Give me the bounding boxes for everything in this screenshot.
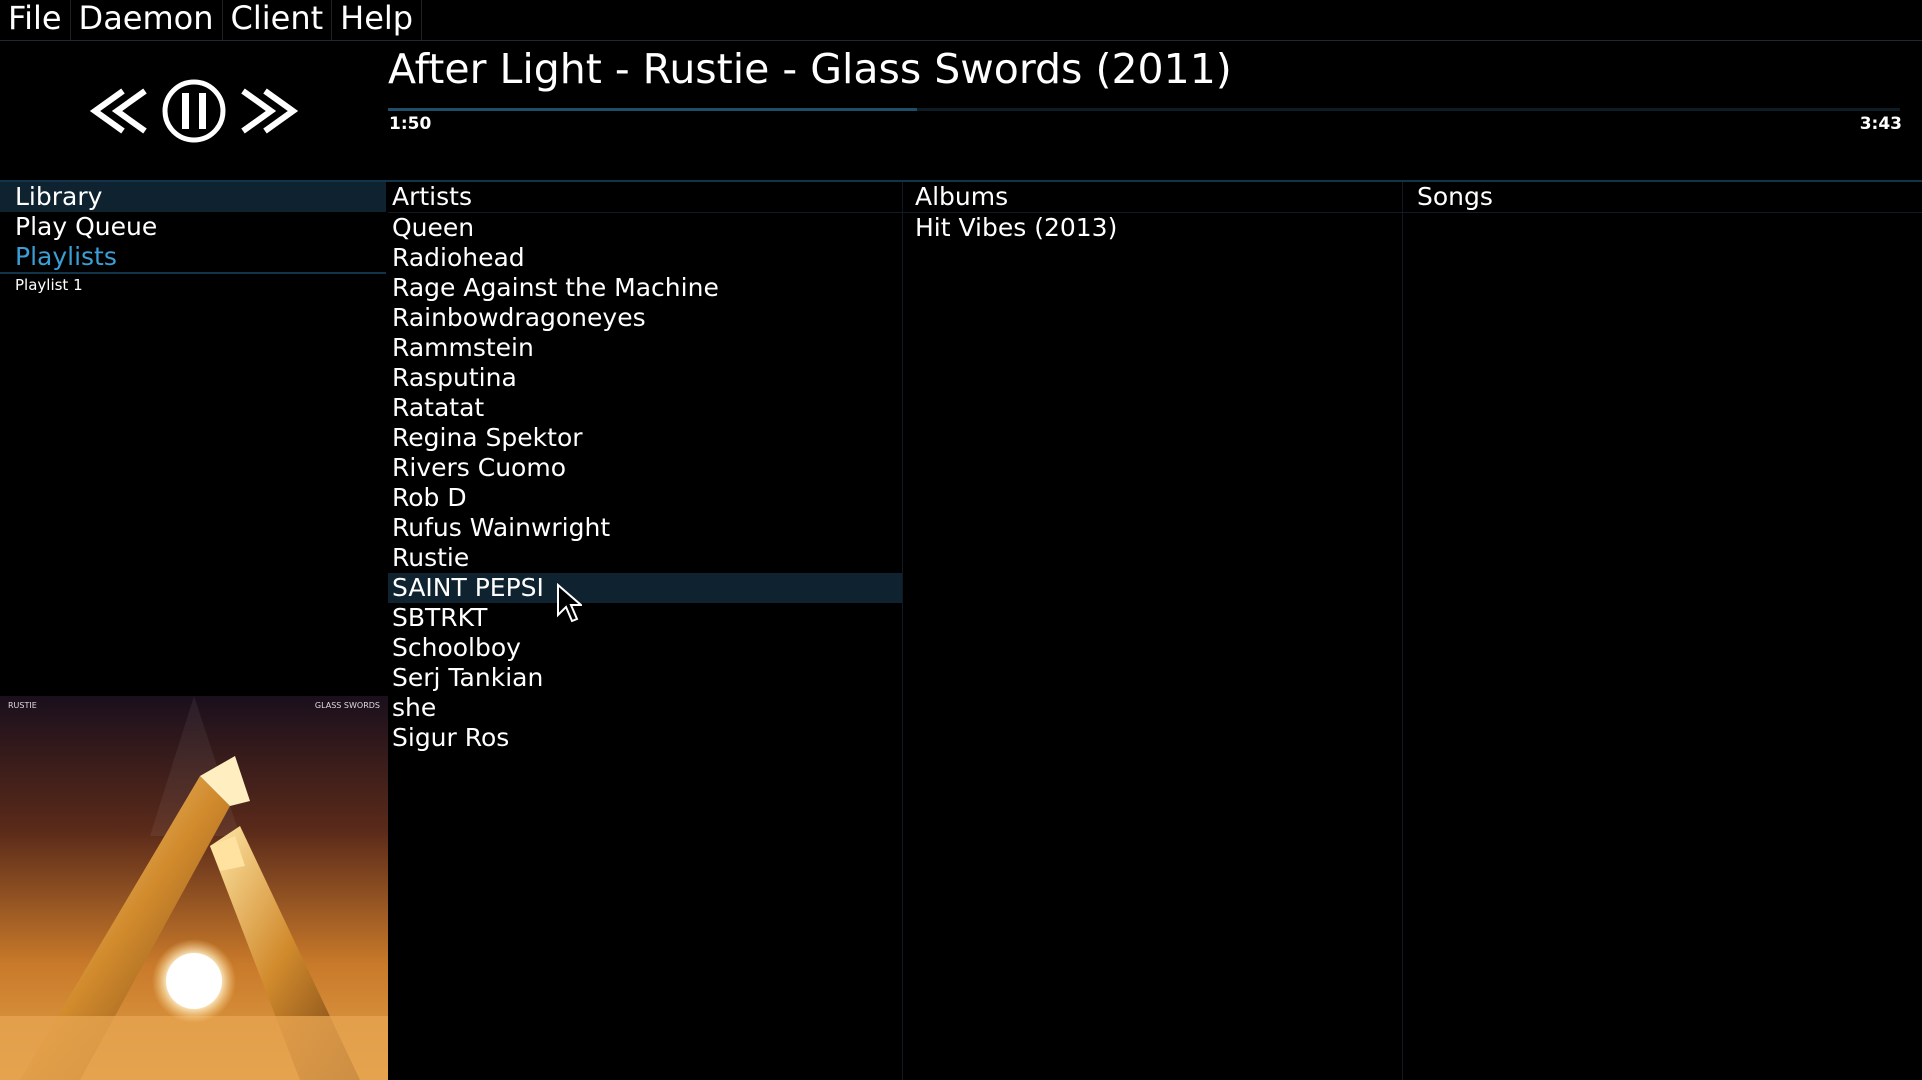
pause-icon[interactable] <box>162 79 226 143</box>
album-art-title-text: GLASS SWORDS <box>315 701 380 710</box>
artist-row[interactable]: Queen <box>388 213 902 243</box>
artists-column: Artists Queen Radiohead Rage Against the… <box>388 182 903 1080</box>
playback-controls <box>0 41 388 181</box>
artist-row[interactable]: Rainbowdragoneyes <box>388 303 902 333</box>
menu-bar: File Daemon Client Help <box>0 0 1922 41</box>
menu-file[interactable]: File <box>0 0 71 40</box>
album-row[interactable]: Hit Vibes (2013) <box>902 213 1402 243</box>
album-art-artist-text: RUSTIE <box>8 701 37 710</box>
artist-row-selected[interactable]: SAINT PEPSI <box>388 573 902 603</box>
artist-row[interactable]: Regina Spektor <box>388 423 902 453</box>
artist-row[interactable]: Radiohead <box>388 243 902 273</box>
sidebar-item-library[interactable]: Library <box>0 182 386 212</box>
album-art-image: RUSTIE GLASS SWORDS <box>0 696 388 1080</box>
menu-client[interactable]: Client <box>223 0 333 40</box>
mouse-pointer-icon <box>557 583 582 623</box>
sidebar-playlist-item[interactable]: Playlist 1 <box>0 274 386 296</box>
songs-header[interactable]: Songs <box>1402 182 1922 213</box>
menu-daemon[interactable]: Daemon <box>71 0 223 40</box>
artist-row[interactable]: Rustie <box>388 543 902 573</box>
albums-column: Albums Hit Vibes (2013) <box>902 182 1403 1080</box>
sidebar-item-play-queue[interactable]: Play Queue <box>0 212 386 242</box>
artist-row[interactable]: Rasputina <box>388 363 902 393</box>
artist-row[interactable]: Rob D <box>388 483 902 513</box>
progress-fill <box>388 108 918 111</box>
artist-row[interactable]: SBTRKT <box>388 603 902 633</box>
artist-row[interactable]: Rivers Cuomo <box>388 453 902 483</box>
artist-row[interactable]: she <box>388 693 902 723</box>
previous-icon[interactable] <box>89 88 147 134</box>
songs-column: Songs <box>1402 182 1922 1080</box>
sidebar-nav: Library Play Queue Playlists Playlist 1 <box>0 182 386 702</box>
progress-bar[interactable] <box>388 108 1900 111</box>
elapsed-time: 1:50 <box>389 114 432 134</box>
albums-header[interactable]: Albums <box>902 182 1402 213</box>
playback-controls-graphic <box>89 79 299 143</box>
artist-row[interactable]: Rage Against the Machine <box>388 273 902 303</box>
album-art: RUSTIE GLASS SWORDS <box>0 696 388 1080</box>
artist-row[interactable]: Ratatat <box>388 393 902 423</box>
artist-row[interactable]: Rammstein <box>388 333 902 363</box>
artist-row[interactable]: Sigur Ros <box>388 723 902 753</box>
artists-header[interactable]: Artists <box>388 182 902 213</box>
total-time: 3:43 <box>1859 114 1902 134</box>
artist-row[interactable]: Rufus Wainwright <box>388 513 902 543</box>
sidebar-item-playlists[interactable]: Playlists <box>0 242 386 274</box>
next-icon[interactable] <box>241 88 299 134</box>
menu-help[interactable]: Help <box>332 0 423 40</box>
artist-row[interactable]: Serj Tankian <box>388 663 902 693</box>
now-playing-title: After Light - Rustie - Glass Swords (201… <box>388 45 1232 93</box>
artist-row[interactable]: Schoolboy <box>388 633 902 663</box>
